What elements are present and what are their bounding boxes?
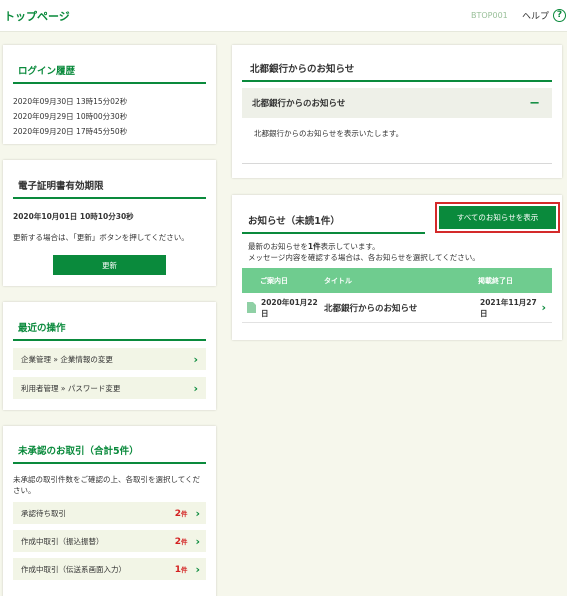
bank-notice-title: 北都銀行からのお知らせ: [242, 61, 552, 82]
help-label: ヘルプ: [522, 12, 550, 22]
accordion-title: 北都銀行からのお知らせ: [252, 99, 346, 109]
pending-row-count: 1件: [174, 564, 188, 575]
notice-date: 2020年01月22日: [261, 297, 318, 318]
notices-card: お知らせ（未読1件） すべてのお知らせを表示 最新のお知らせを1件表示しています…: [232, 195, 562, 340]
document-icon: [247, 302, 256, 313]
top-bar: トップページ BTOP001 ヘルプ ?: [0, 0, 567, 32]
recent-op-label: 利用者管理 » パスワード変更: [21, 383, 121, 393]
pending-row-approval[interactable]: 承認待ち取引 2件 ›: [13, 502, 206, 524]
help-link[interactable]: ヘルプ ?: [522, 9, 567, 22]
login-history-entry: 2020年09月30日 13時15分02秒: [13, 97, 128, 106]
screen-id: BTOP001: [471, 11, 508, 20]
recent-operations-card: 最近の操作 企業管理 » 企業情報の変更 › 利用者管理 » パスワード変更 ›: [3, 302, 216, 410]
pending-row-label: 作成中取引（振込振替）: [21, 536, 104, 546]
login-history-entry: 2020年09月20日 17時45分50秒: [13, 127, 128, 136]
login-history-card: ログイン履歴 2020年09月30日 13時15分02秒 2020年09月29日…: [3, 45, 216, 144]
login-history-title: ログイン履歴: [13, 63, 206, 84]
pending-row-label: 承認待ち取引: [21, 508, 66, 518]
pending-title: 未承認のお取引（合計5件）: [13, 443, 206, 464]
certificate-card: 電子証明書有効期限 2020年10月01日 10時10分30秒 更新する場合は、…: [3, 160, 216, 286]
pending-row-transmission[interactable]: 作成中取引（伝送系画面入力） 1件 ›: [13, 558, 206, 580]
notices-table-header: ご案内日 タイトル 掲載終了日: [242, 268, 552, 293]
pending-row-transfer[interactable]: 作成中取引（振込振替） 2件 ›: [13, 530, 206, 552]
recent-op-password[interactable]: 利用者管理 » パスワード変更 ›: [13, 377, 206, 399]
chevron-right-icon: ›: [193, 352, 198, 366]
bank-notice-body: 北都銀行からのお知らせを表示いたします。: [242, 118, 552, 164]
pending-transactions-card: 未承認のお取引（合計5件） 未承認の取引件数をご確認の上、各取引を選択してくださ…: [3, 426, 216, 596]
recent-op-company-info[interactable]: 企業管理 » 企業情報の変更 ›: [13, 348, 206, 370]
login-history-entry: 2020年09月29日 10時00分30秒: [13, 112, 128, 121]
login-history-list: 2020年09月30日 13時15分02秒 2020年09月29日 10時00分…: [13, 94, 206, 139]
recent-operations-title: 最近の操作: [13, 320, 206, 341]
page-title: トップページ: [4, 10, 70, 23]
certificate-expiry: 2020年10月01日 10時10分30秒: [13, 212, 134, 221]
certificate-note: 更新する場合は、「更新」ボタンを押してください。: [13, 233, 189, 242]
certificate-title: 電子証明書有効期限: [13, 178, 206, 199]
column-title: タイトル: [324, 276, 352, 285]
recent-op-label: 企業管理 » 企業情報の変更: [21, 354, 113, 364]
chevron-right-icon: ›: [195, 562, 200, 576]
chevron-right-icon: ›: [193, 381, 198, 395]
pending-row-label: 作成中取引（伝送系画面入力）: [21, 564, 126, 574]
column-end-date: 掲載終了日: [478, 276, 513, 285]
collapse-icon: −: [529, 95, 540, 111]
notice-end-date: 2021年11月27日: [480, 297, 537, 318]
chevron-right-icon: ›: [195, 506, 200, 520]
notices-title: お知らせ（未読1件）: [242, 213, 425, 234]
notice-title: 北都銀行からのお知らせ: [324, 303, 418, 314]
update-button[interactable]: 更新: [53, 255, 166, 275]
pending-note: 未承認の取引件数をご確認の上、各取引を選択してください。: [13, 475, 201, 495]
bank-notice-card: 北都銀行からのお知らせ 北都銀行からのお知らせ − 北都銀行からのお知らせを表示…: [232, 45, 562, 178]
chevron-right-icon: ›: [541, 301, 546, 314]
table-row[interactable]: 2020年01月22日 北都銀行からのお知らせ 2021年11月27日 ›: [242, 293, 552, 323]
help-icon: ?: [553, 9, 567, 22]
chevron-right-icon: ›: [195, 534, 200, 548]
pending-row-count: 2件: [174, 508, 188, 519]
show-all-notices-button[interactable]: すべてのお知らせを表示: [435, 202, 560, 233]
bank-notice-accordion[interactable]: 北都銀行からのお知らせ −: [242, 88, 552, 118]
column-date: ご案内日: [260, 276, 288, 285]
pending-row-count: 2件: [174, 536, 188, 547]
notices-message: 最新のお知らせを1件表示しています。 メッセージ内容を確認する場合は、各お知らせ…: [248, 242, 480, 262]
